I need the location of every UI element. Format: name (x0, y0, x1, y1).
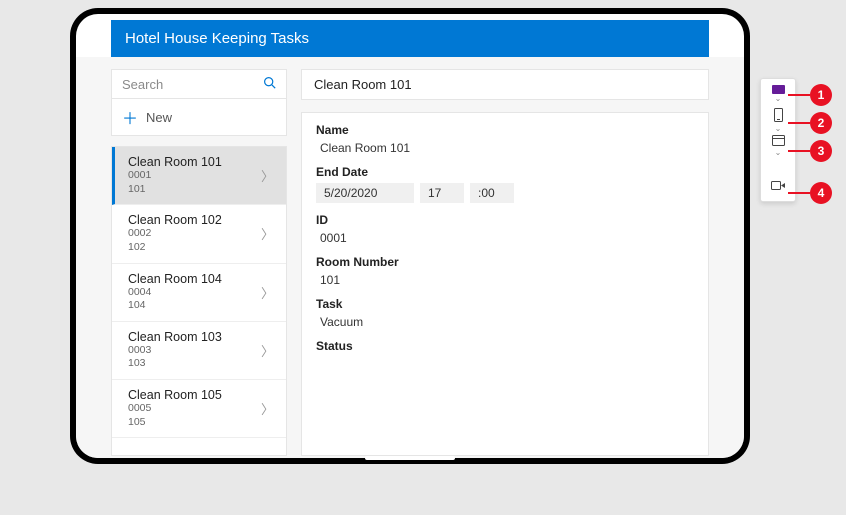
callout-1: 1 (788, 84, 832, 106)
callout-line (788, 94, 810, 96)
list-item-id: 0005 (128, 402, 222, 416)
callout-3: 3 (788, 140, 832, 162)
list-item-room: 105 (128, 416, 222, 430)
chevron-down-icon: ⌄ (775, 95, 782, 103)
new-label: New (146, 110, 172, 125)
home-indicator (365, 456, 455, 460)
callout-4: 4 (788, 182, 832, 204)
chevron-right-icon: 〉 (261, 283, 274, 302)
new-button[interactable]: ＋ New (111, 99, 287, 136)
detail-title: Clean Room 101 (301, 69, 709, 100)
list-item-title: Clean Room 101 (128, 155, 222, 169)
tablet-screen: Hotel House Keeping Tasks Search ＋ New (76, 14, 744, 458)
list-item-title: Clean Room 102 (128, 213, 222, 227)
chevron-down-icon: ⌄ (775, 149, 782, 157)
chevron-down-icon: ⌄ (775, 125, 782, 133)
label-task: Task (316, 297, 694, 311)
list-item-id: 0001 (128, 169, 222, 183)
left-panel: Search ＋ New Clean Room 1010001101〉Clean… (111, 69, 287, 456)
field-task: Task Vacuum (316, 297, 694, 329)
record-icon (771, 180, 786, 193)
value-name[interactable]: Clean Room 101 (316, 141, 694, 155)
app-root: Hotel House Keeping Tasks Search ＋ New (76, 14, 744, 458)
list-item-room: 102 (128, 241, 222, 255)
app-header: Hotel House Keeping Tasks (111, 20, 709, 57)
chevron-right-icon: 〉 (261, 399, 274, 418)
label-end-date: End Date (316, 165, 694, 179)
end-date-hour[interactable]: 17 (420, 183, 464, 203)
tablet-frame: Hotel House Keeping Tasks Search ＋ New (70, 8, 750, 464)
list-item-title: Clean Room 105 (128, 388, 222, 402)
label-room-number: Room Number (316, 255, 694, 269)
label-id: ID (316, 213, 694, 227)
value-room-number[interactable]: 101 (316, 273, 694, 287)
plus-icon: ＋ (122, 105, 138, 129)
field-id: ID 0001 (316, 213, 694, 245)
search-input[interactable]: Search (111, 69, 287, 99)
chevron-right-icon: 〉 (261, 341, 274, 360)
app-body: Search ＋ New Clean Room 1010001101〉Clean… (76, 57, 744, 458)
list-item-room: 103 (128, 357, 222, 371)
search-placeholder: Search (122, 77, 163, 92)
chevron-right-icon: 〉 (261, 166, 274, 185)
callout-badge: 1 (810, 84, 832, 106)
callout-line (788, 122, 810, 124)
list-item[interactable]: Clean Room 1050005105 〉 (112, 380, 286, 438)
detail-form: Name Clean Room 101 End Date 5/20/2020 1… (301, 112, 709, 456)
list-item-title: Clean Room 103 (128, 330, 222, 344)
field-end-date: End Date 5/20/2020 17 :00 (316, 165, 694, 203)
search-icon (263, 76, 276, 92)
callout-badge: 2 (810, 112, 832, 134)
card-icon (772, 85, 785, 94)
page-title: Hotel House Keeping Tasks (125, 30, 309, 47)
field-status: Status (316, 339, 694, 353)
browser-icon (772, 135, 785, 148)
callout-line (788, 150, 810, 152)
callout-2: 2 (788, 112, 832, 134)
list-item-id: 0003 (128, 344, 222, 358)
list-item[interactable]: Clean Room 1030003103 〉 (112, 322, 286, 380)
task-list[interactable]: Clean Room 1010001101〉Clean Room 1020002… (111, 146, 287, 456)
list-item-id: 0004 (128, 286, 222, 300)
field-name: Name Clean Room 101 (316, 123, 694, 155)
list-item[interactable]: Clean Room 1020002102 〉 (112, 205, 286, 263)
label-status: Status (316, 339, 694, 353)
callout-line (788, 192, 810, 194)
detail-panel: Clean Room 101 Name Clean Room 101 End D… (301, 69, 709, 456)
chevron-right-icon: 〉 (261, 224, 274, 243)
end-date-date[interactable]: 5/20/2020 (316, 183, 414, 203)
list-item[interactable]: Clean Room 1040004104 〉 (112, 264, 286, 322)
list-item-title: Clean Room 104 (128, 272, 222, 286)
list-item[interactable]: Clean Room 1010001101 〉 (112, 147, 286, 205)
list-item-room: 101 (128, 183, 222, 197)
value-id[interactable]: 0001 (316, 231, 694, 245)
value-task[interactable]: Vacuum (316, 315, 694, 329)
end-date-input[interactable]: 5/20/2020 17 :00 (316, 183, 694, 203)
end-date-minute[interactable]: :00 (470, 183, 514, 203)
callout-badge: 3 (810, 140, 832, 162)
field-room-number: Room Number 101 (316, 255, 694, 287)
list-item-room: 104 (128, 299, 222, 313)
mobile-icon (774, 108, 783, 124)
callout-badge: 4 (810, 182, 832, 204)
list-item-id: 0002 (128, 227, 222, 241)
label-name: Name (316, 123, 694, 137)
